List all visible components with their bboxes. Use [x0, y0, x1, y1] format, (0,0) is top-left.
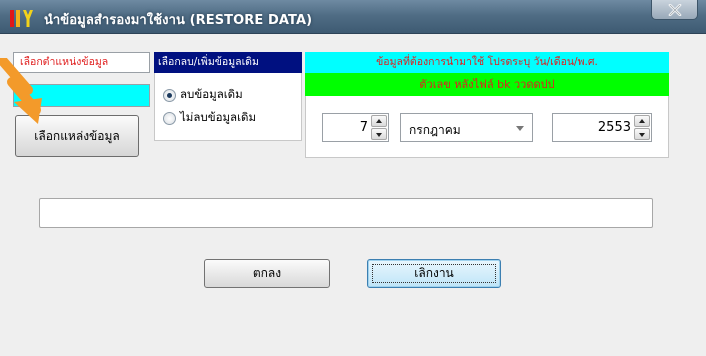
spin-down-icon[interactable] [371, 128, 387, 140]
close-icon [668, 3, 681, 16]
spin-up-icon[interactable] [634, 115, 650, 127]
date-header: ข้อมูลที่ต้องการนำมาใช้ โปรดระบุ วัน/เดื… [305, 52, 669, 73]
year-value: 2553 [597, 120, 631, 135]
ok-button[interactable]: ตกลง [204, 259, 330, 288]
radio-keep-existing[interactable]: ไม่ลบข้อมูลเดิม [163, 109, 256, 127]
close-button[interactable] [651, 0, 698, 20]
year-stepper-buttons [634, 115, 650, 140]
month-select[interactable]: กรกฎาคม [400, 113, 533, 142]
mode-options-panel: ลบข้อมูลเดิม ไม่ลบข้อมูลเดิม [154, 73, 302, 141]
radio-label: ไม่ลบข้อมูลเดิม [180, 110, 257, 124]
radio-unchecked-icon[interactable] [163, 111, 176, 125]
app-icon [10, 10, 33, 27]
arrow-pointer-icon [0, 58, 42, 124]
mode-header: เลือกลบ/เพิ่มข้อมูลเดิม [154, 52, 302, 73]
focus-ring [372, 264, 496, 283]
title-bar[interactable]: นำข้อมูลสำรองมาใช้งาน (RESTORE DATA) [0, 0, 706, 34]
cancel-button[interactable]: เลิกงาน [367, 259, 501, 288]
day-value: 7 [359, 120, 368, 135]
day-stepper-buttons [371, 115, 387, 140]
radio-delete-existing[interactable]: ลบข้อมูลเดิม [163, 86, 243, 104]
year-stepper[interactable]: 2553 [552, 113, 652, 142]
date-subheader: ตัวเลข หลังไฟล์ bk ววดดปป [305, 73, 669, 96]
spin-up-icon[interactable] [371, 115, 387, 127]
radio-label: ลบข้อมูลเดิม [180, 87, 243, 101]
spin-down-icon[interactable] [634, 128, 650, 140]
day-stepper[interactable]: 7 [322, 113, 389, 142]
month-value: กรกฎาคม [409, 123, 461, 137]
status-field[interactable] [39, 198, 653, 228]
dropdown-arrow-icon[interactable] [516, 126, 524, 131]
window-title: นำข้อมูลสำรองมาใช้งาน (RESTORE DATA) [44, 13, 313, 28]
restore-data-window: นำข้อมูลสำรองมาใช้งาน (RESTORE DATA) เลื… [0, 0, 706, 356]
radio-checked-icon[interactable] [163, 88, 176, 102]
